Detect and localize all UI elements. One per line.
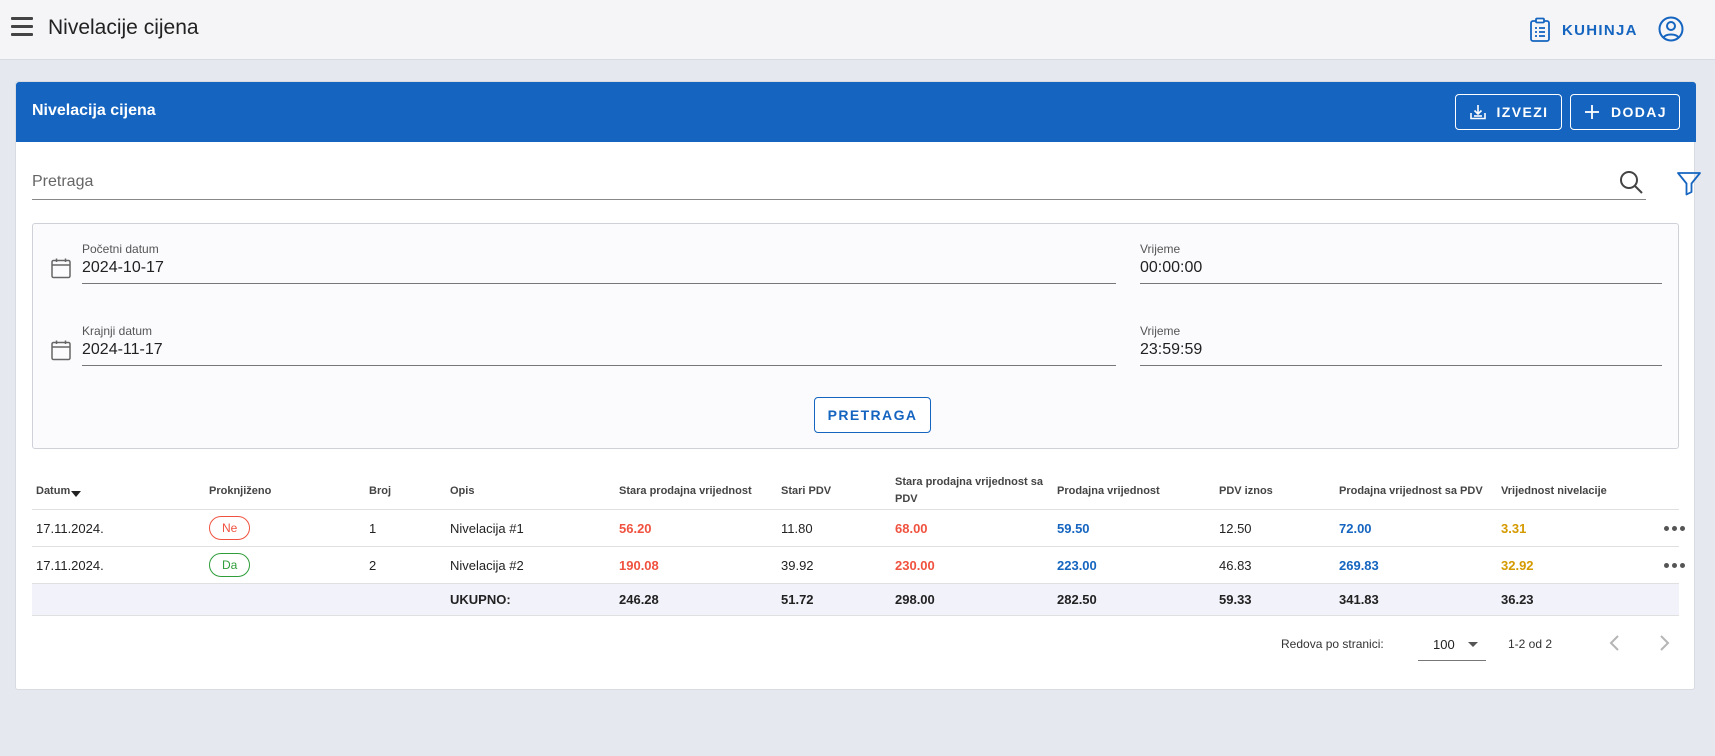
end-time-label: Vrijeme	[1140, 324, 1181, 338]
total-prodajna: 282.50	[1057, 592, 1097, 607]
cell-prodajna-sa-pdv: 72.00	[1339, 521, 1372, 536]
cell-broj: 1	[369, 521, 377, 536]
page-title: Nivelacije cijena	[48, 16, 199, 39]
more-horiz-icon[interactable]	[1664, 560, 1688, 570]
card-title: Nivelacija cijena	[32, 102, 156, 119]
search-icon[interactable]	[1618, 169, 1644, 195]
total-pdv-iznos: 59.33	[1219, 592, 1252, 607]
total-label: UKUPNO:	[450, 592, 511, 607]
more-horiz-icon[interactable]	[1664, 523, 1688, 533]
export-label: IZVEZI	[1496, 104, 1549, 120]
clipboard-icon	[1530, 17, 1550, 42]
cell-prodajna: 223.00	[1057, 558, 1097, 573]
pagination-range: 1-2 od 2	[1508, 637, 1553, 651]
status-badge: Da	[209, 553, 251, 577]
column-header-proknjizeno[interactable]: Proknjiženo	[209, 483, 271, 500]
table-header: Datum Proknjiženo Broj Opis Stara prodaj…	[32, 473, 1679, 510]
cell-nivelacija: 3.31	[1501, 521, 1527, 536]
cell-stari-pdv: 11.80	[781, 521, 813, 536]
search-button[interactable]: PRETRAGA	[814, 397, 931, 433]
end-date-value: 2024-11-17	[82, 341, 163, 358]
cell-broj: 2	[369, 558, 377, 573]
totals-row: UKUPNO: 246.28 51.72 298.00 282.50 59.33…	[32, 584, 1679, 616]
rows-per-page-label: Redova po stranici:	[1281, 637, 1384, 651]
column-header-broj[interactable]: Broj	[369, 483, 391, 500]
cell-stari-pdv: 39.92	[781, 558, 814, 573]
chevron-right-icon[interactable]	[1652, 631, 1676, 655]
total-prodajna-sa-pdv: 341.83	[1339, 592, 1379, 607]
price-leveling-card: Nivelacija cijena IZVEZI DODAJ Pretraga …	[15, 81, 1701, 690]
cell-prodajna-sa-pdv: 269.83	[1339, 558, 1379, 573]
filter-icon[interactable]	[1675, 169, 1703, 197]
column-header-prodajna[interactable]: Prodajna vrijednost	[1057, 483, 1160, 500]
search-field	[32, 167, 1646, 200]
top-bar: Nivelacije cijena KUHINJA	[0, 0, 1715, 60]
cell-pdv-iznos: 46.83	[1219, 558, 1252, 573]
kuhinja-label: KUHINJA	[1562, 21, 1638, 39]
card-header: Nivelacija cijena IZVEZI DODAJ	[16, 82, 1696, 142]
search-input[interactable]	[32, 167, 1602, 197]
sort-down-icon	[71, 491, 82, 497]
column-header-stari-pdv[interactable]: Stari PDV	[781, 483, 831, 500]
total-stara-prodajna: 246.28	[619, 592, 659, 607]
cell-stara-sa-pdv: 68.00	[895, 521, 928, 536]
cell-stara-sa-pdv: 230.00	[895, 558, 935, 573]
start-time-value: 00:00:00	[1140, 259, 1203, 276]
end-time-field[interactable]: Vrijeme 23:59:59	[1140, 324, 1662, 366]
account-circle-icon[interactable]	[1657, 15, 1685, 43]
cell-datum: 17.11.2024.	[36, 558, 104, 573]
cell-prodajna: 59.50	[1057, 521, 1090, 536]
plus-icon	[1584, 105, 1599, 119]
end-time-value: 23:59:59	[1140, 341, 1203, 358]
total-nivelacija: 36.23	[1501, 592, 1534, 607]
column-header-prodajna-sa-pdv[interactable]: Prodajna vrijednost sa PDV	[1339, 483, 1483, 500]
end-date-field[interactable]: Krajnji datum 2024-11-17	[82, 324, 1116, 366]
start-date-label: Početni datum	[82, 242, 159, 256]
column-header-datum[interactable]: Datum	[36, 483, 82, 500]
start-date-value: 2024-10-17	[82, 259, 164, 276]
calendar-icon[interactable]	[49, 338, 73, 362]
end-date-label: Krajnji datum	[82, 324, 153, 338]
cell-stara-prodajna: 56.20	[619, 521, 652, 536]
column-header-stara-prodajna[interactable]: Stara prodajna vrijednost	[619, 483, 752, 500]
total-stara-sa-pdv: 298.00	[895, 592, 935, 607]
add-label: DODAJ	[1610, 104, 1667, 120]
start-time-label: Vrijeme	[1140, 242, 1181, 256]
rows-per-page-value: 100	[1433, 637, 1455, 652]
total-stari-pdv: 51.72	[781, 592, 814, 607]
add-button[interactable]: DODAJ	[1570, 94, 1680, 130]
cell-opis: Nivelacija #1	[450, 521, 524, 536]
start-time-field[interactable]: Vrijeme 00:00:00	[1140, 242, 1662, 284]
rows-per-page-select[interactable]: 100	[1418, 629, 1486, 661]
table-row[interactable]: 17.11.2024. Ne 1 Nivelacija #1 56.20 11.…	[32, 510, 1685, 547]
menu-icon[interactable]	[11, 17, 33, 39]
download-icon	[1469, 105, 1486, 120]
column-header-opis[interactable]: Opis	[450, 483, 474, 500]
kuhinja-button[interactable]: KUHINJA	[1528, 15, 1638, 45]
export-button[interactable]: IZVEZI	[1455, 94, 1562, 130]
cell-nivelacija: 32.92	[1501, 558, 1534, 573]
table-row[interactable]: 17.11.2024. Da 2 Nivelacija #2 190.08 39…	[32, 547, 1685, 584]
chevron-left-icon[interactable]	[1603, 631, 1627, 655]
cell-opis: Nivelacija #2	[450, 558, 524, 573]
cell-stara-prodajna: 190.08	[619, 558, 659, 573]
cell-datum: 17.11.2024.	[36, 521, 104, 536]
column-header-pdv-iznos[interactable]: PDV iznos	[1219, 483, 1273, 500]
start-date-field[interactable]: Početni datum 2024-10-17	[82, 242, 1116, 284]
column-header-stara-sa-pdv[interactable]: Stara prodajna vrijednost sa PDV	[895, 474, 1045, 508]
calendar-icon[interactable]	[49, 256, 73, 280]
dropdown-caret-icon	[1468, 642, 1478, 647]
status-badge: Ne	[209, 516, 251, 540]
cell-pdv-iznos: 12.50	[1219, 521, 1252, 536]
date-filter-panel: Početni datum 2024-10-17 Vrijeme 00:00:0…	[32, 223, 1679, 449]
column-header-nivelacija[interactable]: Vrijednost nivelacije	[1501, 483, 1607, 500]
